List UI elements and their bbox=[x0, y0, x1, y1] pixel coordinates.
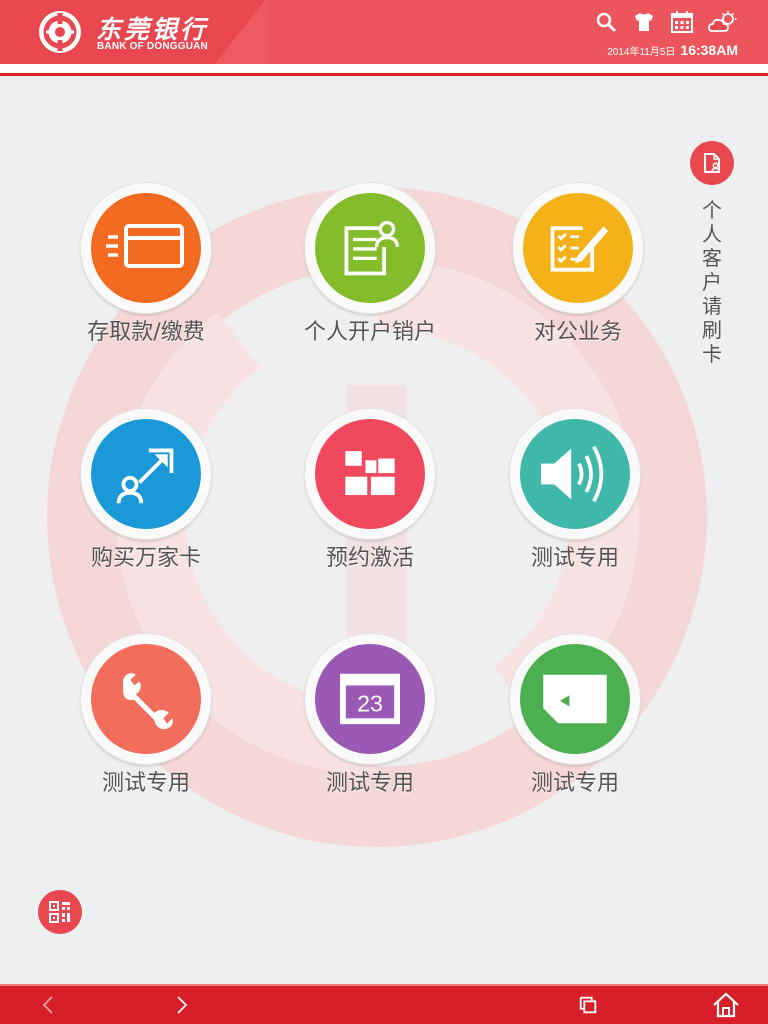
header-divider bbox=[0, 64, 768, 76]
tile-test-calendar[interactable]: 23 测试专用 bbox=[290, 634, 450, 824]
brand-name-en: BANK OF DONGGUAN bbox=[97, 41, 208, 52]
tile-test-sim[interactable]: 测试专用 bbox=[495, 634, 655, 824]
tile-disc bbox=[523, 193, 633, 303]
tile-label: 购买万家卡 bbox=[90, 546, 201, 571]
account-form-icon bbox=[344, 220, 399, 276]
tile-disc: 23 bbox=[315, 644, 425, 754]
recent-apps-icon bbox=[579, 996, 597, 1014]
tile-label: 测试专用 bbox=[101, 771, 190, 796]
wrench-icon bbox=[123, 673, 173, 730]
tile-disc bbox=[91, 644, 201, 754]
home-button[interactable] bbox=[706, 986, 746, 1024]
forward-button[interactable] bbox=[164, 986, 200, 1024]
tile-personal-account[interactable]: 个人开户销户 bbox=[290, 183, 450, 373]
checklist-edit-icon bbox=[550, 226, 609, 272]
qr-code-button[interactable] bbox=[38, 890, 82, 934]
weather-icon[interactable] bbox=[708, 10, 738, 34]
tile-disc bbox=[520, 644, 630, 754]
tile-buy-wanjia-card[interactable]: 购买万家卡 bbox=[66, 409, 226, 599]
tile-disc bbox=[315, 419, 425, 529]
tile-test-tools[interactable]: 测试专用 bbox=[66, 634, 226, 824]
date-text: 2014年11月5日 bbox=[607, 47, 676, 58]
card-icon bbox=[106, 224, 184, 268]
tile-disc bbox=[91, 193, 201, 303]
tile-label: 测试专用 bbox=[530, 546, 619, 571]
chevron-left-icon bbox=[42, 996, 53, 1014]
swipe-card-prompt: 个人客户请刷卡 bbox=[702, 198, 722, 366]
blocks-icon bbox=[345, 451, 395, 496]
tile-appointment-activation[interactable]: 预约激活 bbox=[290, 409, 450, 599]
tile-disc bbox=[91, 419, 201, 529]
person-arrow-icon bbox=[116, 448, 174, 504]
tile-disc bbox=[520, 419, 630, 529]
chevron-right-icon bbox=[177, 996, 188, 1014]
recent-apps-button[interactable] bbox=[570, 986, 606, 1024]
search-icon[interactable] bbox=[594, 10, 618, 34]
bank-logo-icon bbox=[39, 11, 81, 53]
tile-label: 个人开户销户 bbox=[303, 320, 436, 345]
shirt-icon[interactable] bbox=[632, 10, 656, 34]
id-card-icon bbox=[704, 153, 720, 173]
calendar-23-icon: 23 bbox=[340, 673, 400, 725]
tile-deposit-withdraw[interactable]: 存取款/缴费 bbox=[66, 183, 226, 373]
speaker-icon bbox=[541, 445, 604, 503]
tile-disc bbox=[315, 193, 425, 303]
tile-label: 测试专用 bbox=[530, 771, 619, 796]
time-text: 16:38AM bbox=[680, 42, 738, 58]
tile-corporate-business[interactable]: 对公业务 bbox=[498, 183, 658, 373]
datetime: 2014年11月5日 16:38AM bbox=[607, 42, 738, 60]
home-icon bbox=[713, 992, 739, 1018]
tile-test-speaker[interactable]: 测试专用 bbox=[495, 409, 655, 599]
tile-label: 对公业务 bbox=[533, 320, 622, 345]
back-button[interactable] bbox=[30, 986, 66, 1024]
sim-card-icon bbox=[543, 674, 607, 724]
tile-label: 预约激活 bbox=[325, 546, 414, 571]
app-header: 东莞银行 BANK OF DONGGUAN 2014年11月5日 16:38AM bbox=[0, 0, 768, 64]
qr-code-icon bbox=[49, 901, 70, 923]
tile-label: 存取款/缴费 bbox=[87, 320, 205, 345]
system-navigation-bar bbox=[0, 984, 768, 1024]
calendar-day-number: 23 bbox=[357, 691, 383, 717]
calendar-icon[interactable] bbox=[670, 10, 694, 34]
card-reader-button[interactable] bbox=[690, 141, 734, 185]
tile-label: 测试专用 bbox=[325, 771, 414, 796]
